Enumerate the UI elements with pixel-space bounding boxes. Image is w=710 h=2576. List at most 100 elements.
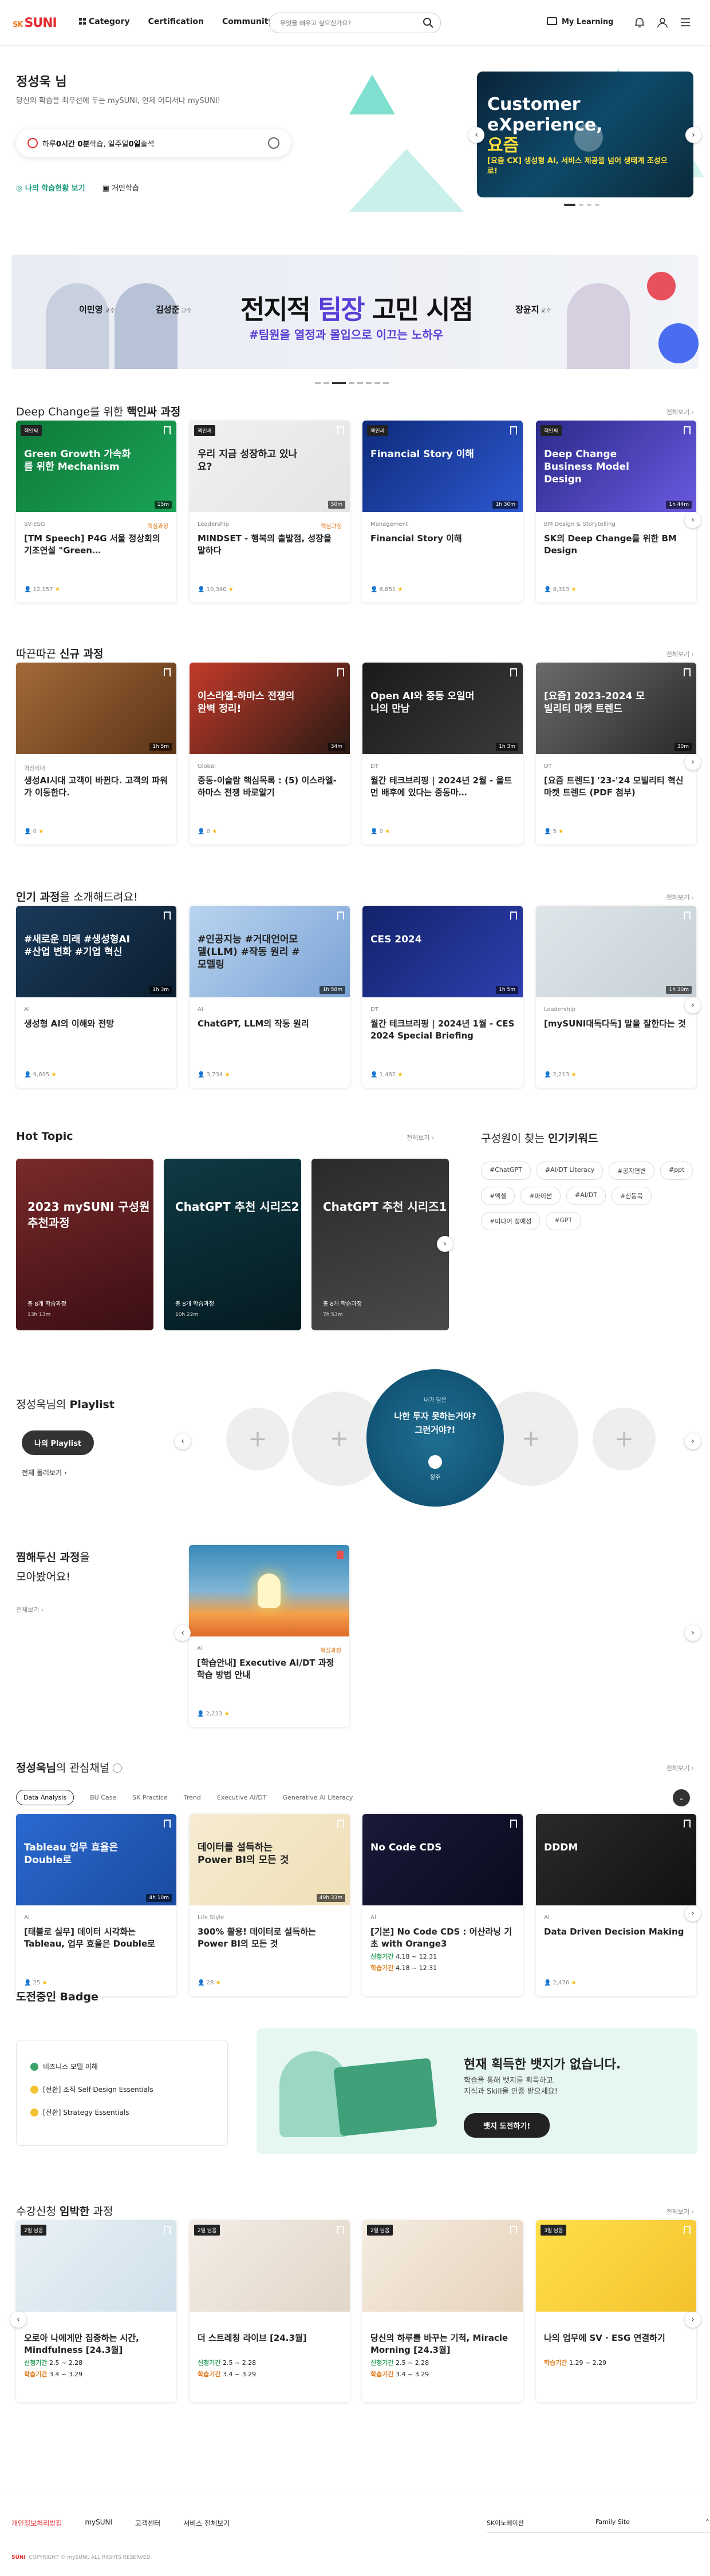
keyword-chip[interactable]: #ppt xyxy=(660,1162,693,1180)
dot[interactable] xyxy=(374,382,380,384)
channel-chip[interactable]: Generative AI Literacy xyxy=(283,1794,353,1801)
menu-icon[interactable] xyxy=(679,16,692,29)
keyword-chip[interactable]: #AI/DT xyxy=(566,1187,606,1205)
hero-next-button[interactable]: › xyxy=(685,127,701,143)
gear-icon[interactable] xyxy=(268,137,279,149)
keyword-chip[interactable]: #GPT xyxy=(546,1212,581,1230)
badge-item[interactable]: 비즈니스 모델 이해 xyxy=(30,2055,214,2078)
dot[interactable] xyxy=(595,204,599,206)
view-all-link[interactable]: 전체보기 › xyxy=(407,1133,434,1142)
view-all-link[interactable]: 전체보기 › xyxy=(666,893,694,902)
course-card[interactable]: 1h 30m Leadership [mySUNI대독다독] 말을 잘한다는 것 👤 … xyxy=(536,906,696,1088)
course-card[interactable]: Open AI와 중동 오일머니의 만남 1h 3m DT 월간 테크브리핑 | 20… xyxy=(362,663,523,845)
course-card[interactable]: No Code CDS AI [기본] No Code CDS : 어산라닝 기초 … xyxy=(362,1814,523,1996)
bookmark-icon[interactable] xyxy=(164,911,171,920)
course-card[interactable]: 데이터를 설득하는 Power BI의 모든 것 49h 33m Life Styl… xyxy=(190,1814,350,1996)
bookmark-icon[interactable] xyxy=(337,2226,344,2234)
next-arrow-button[interactable]: › xyxy=(685,997,701,1013)
dot[interactable] xyxy=(564,204,575,206)
keyword-chip[interactable]: #엑셀 xyxy=(481,1187,515,1205)
dot[interactable] xyxy=(349,382,354,384)
support-link[interactable]: 고객센터 xyxy=(135,2518,160,2528)
hot-topic-card[interactable]: ChatGPT 추천 시리즈1 총 8개 학습과정 7h 53m xyxy=(311,1159,449,1330)
personal-learning-link[interactable]: ▣ 개인학습 xyxy=(102,182,139,193)
empty-playlist-slot[interactable]: + xyxy=(226,1408,289,1471)
bookmark-icon[interactable] xyxy=(337,426,344,435)
dot[interactable] xyxy=(587,204,591,206)
playlist-prev-button[interactable]: ‹ xyxy=(175,1433,191,1449)
bookmark-icon[interactable] xyxy=(684,2226,691,2234)
badge-item[interactable]: [전환] 조직 Self-Design Essentials xyxy=(30,2078,214,2101)
bookmark-icon[interactable] xyxy=(684,668,691,677)
course-card[interactable]: DDDM AI Data Driven Decision Making 👤 2,476… xyxy=(536,1814,696,1996)
course-card[interactable]: 2일 남음 더 스트레칭 라이브 [24.3월] 신청기간 2.5 ~ 2.28 학습… xyxy=(190,2220,350,2402)
bookmark-icon[interactable] xyxy=(337,1551,344,1559)
channel-chip[interactable]: Executive AI/DT xyxy=(217,1794,267,1801)
search-icon[interactable] xyxy=(423,17,434,29)
hero-prev-button[interactable]: ‹ xyxy=(468,127,484,143)
badge-item[interactable]: [전환] Strategy Essentials xyxy=(30,2101,214,2124)
view-all-link[interactable]: 전체보기 › xyxy=(666,407,694,417)
next-arrow-button[interactable]: › xyxy=(685,754,701,770)
bookmark-icon[interactable] xyxy=(337,668,344,677)
prev-arrow-button[interactable]: ‹ xyxy=(10,2312,26,2328)
chevron-down-icon[interactable]: ⌄ xyxy=(673,1789,690,1806)
bookmark-icon[interactable] xyxy=(510,911,517,920)
my-progress-link[interactable]: ◎ 나의 학습현황 보기 xyxy=(16,182,85,193)
learning-goal-bar[interactable]: 하루 0시간 0분 학습, 일주일 0일 출석 xyxy=(16,129,291,157)
keyword-chip[interactable]: #공지연변 xyxy=(609,1162,654,1180)
nav-community[interactable]: Community xyxy=(222,17,274,26)
hot-topic-card[interactable]: 2023 mySUNI 구성원 추천과정 총 8개 학습과정 13h 13m xyxy=(16,1159,153,1330)
family-site-select[interactable]: Family Site ⌃ xyxy=(595,2512,710,2533)
play-icon[interactable] xyxy=(574,123,603,152)
keyword-chip[interactable]: #신동욱 xyxy=(611,1187,652,1205)
channel-chip[interactable]: Data Analysis xyxy=(16,1790,74,1805)
course-card[interactable]: 핵인싸 우리 지금 성장하고 있나요? 50m Leadership 핵심과정 MINDS… xyxy=(190,421,350,603)
view-all-link[interactable]: 전체보기 › xyxy=(666,2207,694,2216)
bookmark-icon[interactable] xyxy=(510,2226,517,2234)
course-card[interactable]: Tableau 업무 효율은 Double로 4h 10m AI [태블로 실무] 데… xyxy=(16,1814,176,1996)
favorite-course-card[interactable]: AI 핵심과정 [학습안내] Executive AI/DT 과정 학습 방법 … xyxy=(189,1545,349,1727)
view-all-link[interactable]: 전체보기 › xyxy=(666,1763,694,1773)
next-arrow-button[interactable]: › xyxy=(685,512,701,528)
bookmark-icon[interactable] xyxy=(510,1820,517,1828)
browse-all-link[interactable]: 전체 둘러보기 › xyxy=(22,1468,67,1477)
prev-arrow-button[interactable]: ‹ xyxy=(175,1625,191,1641)
gear-icon[interactable] xyxy=(113,1763,123,1773)
bookmark-icon[interactable] xyxy=(684,426,691,435)
course-card[interactable]: 2일 남음 오로아 나에게만 집중하는 시간, Mindfulness [24.3… xyxy=(16,2220,176,2402)
bookmark-icon[interactable] xyxy=(164,1820,171,1828)
course-card[interactable]: 핵인싸 Financial Story 이해 1h 30m Management Fin… xyxy=(362,421,523,603)
my-playlist-button[interactable]: 나의 Playlist xyxy=(22,1430,94,1455)
next-arrow-button[interactable]: › xyxy=(437,1236,453,1252)
dot[interactable] xyxy=(383,382,389,384)
course-card[interactable]: 이스라엘-하마스 전쟁의 완벽 정리! 34m Global 중동-이슬람 핵심목록 … xyxy=(190,663,350,845)
view-all-link[interactable]: 전체보기 › xyxy=(16,1605,44,1614)
course-card[interactable]: CES 2024 1h 5m DT 월간 테크브리핑 | 2024년 1월 - CES… xyxy=(362,906,523,1088)
keyword-chip[interactable]: #AI/DT Literacy xyxy=(536,1162,604,1180)
channel-chip[interactable]: Trend xyxy=(184,1794,201,1801)
next-arrow-button[interactable]: › xyxy=(685,1625,701,1641)
channel-chip[interactable]: SK Practice xyxy=(132,1794,168,1801)
bookmark-icon[interactable] xyxy=(337,1820,344,1828)
course-card[interactable]: [요즘] 2023-2024 모빌리티 마켓 트렌드 30m DT [요즘 트렌드] … xyxy=(536,663,696,845)
bookmark-icon[interactable] xyxy=(164,2226,171,2234)
mysuni-link[interactable]: mySUNI xyxy=(85,2518,112,2528)
company-select[interactable]: SK이노베이션 ⌃ xyxy=(487,2512,601,2533)
playlist-next-button[interactable]: › xyxy=(685,1433,701,1449)
my-learning-link[interactable]: My Learning xyxy=(547,17,614,26)
course-card[interactable]: 3일 남음 나의 업무에 SV · ESG 연결하기 학습기간 1.29 ~ 2.2… xyxy=(536,2220,696,2402)
badge-challenge-button[interactable]: 뱃지 도전하기! xyxy=(464,2113,550,2138)
view-all-link[interactable]: 전체보기 › xyxy=(666,649,694,659)
course-card[interactable]: #새로운 미래 #생성형AI #산업 변화 #기업 혁신 1h 3m AI 생성형 A… xyxy=(16,906,176,1088)
keyword-chip[interactable]: #ChatGPT xyxy=(481,1162,531,1180)
bell-icon[interactable] xyxy=(633,16,646,29)
empty-playlist-slot[interactable]: + xyxy=(593,1408,656,1471)
keyword-chip[interactable]: #파이썬 xyxy=(520,1187,561,1205)
bookmark-icon[interactable] xyxy=(510,668,517,677)
all-services-link[interactable]: 서비스 전체보기 xyxy=(183,2518,230,2528)
next-arrow-button[interactable]: › xyxy=(685,2312,701,2328)
promo-banner[interactable]: 이민영 교수 김성준 교수 장윤지 교수 전지적 팀장 고민 시점 #팀원을 열정과 … xyxy=(11,255,699,369)
dot[interactable] xyxy=(357,382,363,384)
course-card[interactable]: 1h 5m 혁신리더 생성AI시대 고객이 바뀐다. 고객의 파워가 이동한다. 👤 … xyxy=(16,663,176,845)
